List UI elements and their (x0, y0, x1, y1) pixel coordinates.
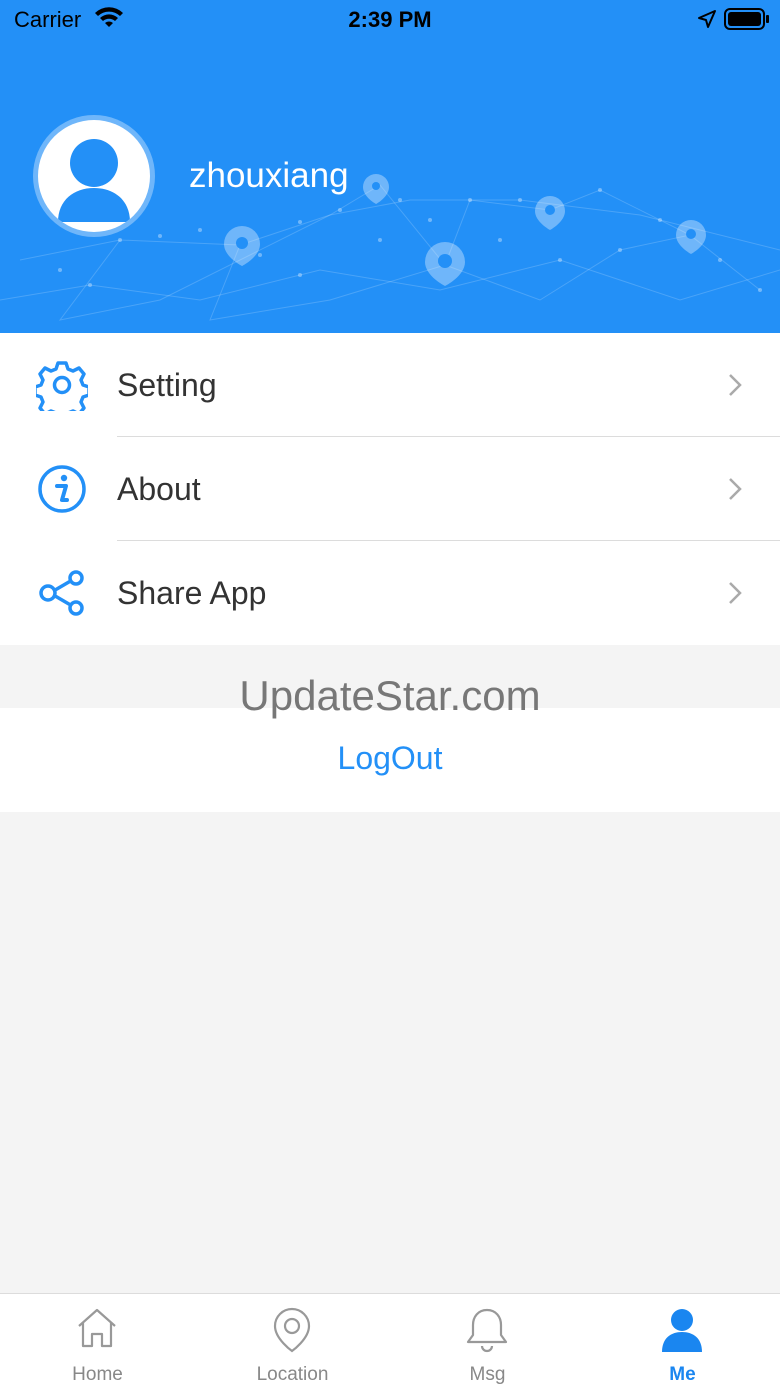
bell-icon (466, 1308, 508, 1353)
profile-header: Carrier 2:39 PM zhouxiang (0, 0, 780, 333)
menu-item-label: Share App (117, 575, 267, 611)
location-pin-icon (273, 1307, 311, 1353)
battery-icon (724, 8, 770, 36)
tab-bar: Home Location Msg Me (0, 1293, 780, 1388)
chevron-right-icon (728, 477, 742, 506)
menu-item-label: About (117, 471, 201, 507)
status-bar: Carrier 2:39 PM (0, 0, 780, 40)
menu-item-share-app[interactable]: Share App (0, 541, 780, 645)
location-arrow-icon (697, 9, 717, 35)
person-icon (662, 1309, 702, 1352)
person-icon (58, 139, 130, 222)
tab-label: Home (72, 1364, 123, 1385)
gear-icon (33, 359, 91, 421)
logout-panel: LogOut (0, 708, 780, 812)
tab-label: Msg (469, 1364, 506, 1385)
tab-home[interactable]: Home (0, 1294, 195, 1388)
chevron-right-icon (728, 581, 742, 610)
share-icon (36, 567, 88, 619)
tab-label: Me (669, 1364, 696, 1385)
home-icon (78, 1308, 116, 1348)
tab-label: Location (256, 1364, 329, 1385)
settings-menu: Setting About Share App (0, 333, 780, 645)
menu-item-about[interactable]: About (0, 437, 780, 541)
menu-item-setting[interactable]: Setting (0, 333, 780, 437)
username: zhouxiang (189, 156, 349, 195)
info-icon (36, 463, 88, 515)
tab-msg[interactable]: Msg (390, 1294, 585, 1388)
tab-location[interactable]: Location (195, 1294, 390, 1388)
tab-me[interactable]: Me (585, 1294, 780, 1388)
watermark-text: UpdateStar.com (239, 672, 541, 719)
status-time: 2:39 PM (348, 7, 432, 32)
menu-item-label: Setting (117, 367, 217, 403)
chevron-right-icon (728, 373, 742, 402)
avatar[interactable] (33, 115, 155, 237)
logout-button[interactable]: LogOut (0, 740, 780, 777)
